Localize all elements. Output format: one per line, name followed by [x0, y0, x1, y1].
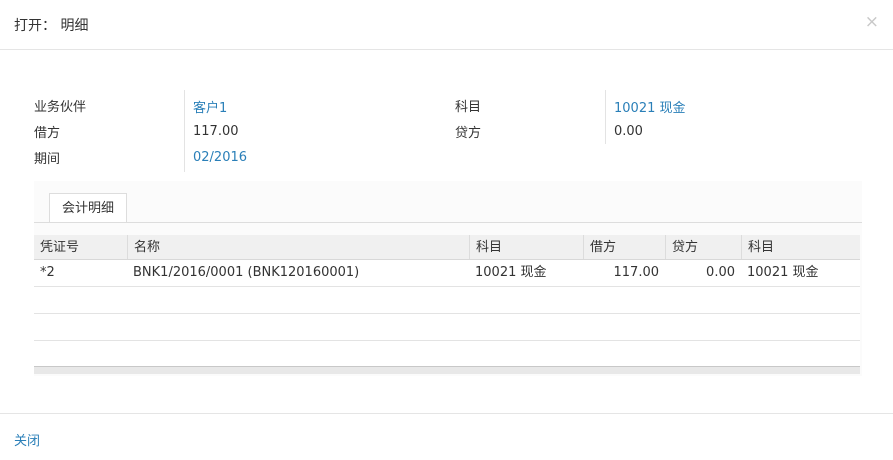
table-row-empty — [34, 314, 860, 341]
debit-label: 借方 — [34, 126, 61, 141]
table-row[interactable]: *2 BNK1/2016/0001 (BNK120160001) 10021 现… — [34, 260, 860, 287]
tab-panel: 会计明细 凭证号 名称 科目 借方 贷方 科目 *2 BNK1/2016/000… — [34, 181, 862, 376]
divider — [605, 90, 606, 144]
tab-accounting-detail[interactable]: 会计明细 — [49, 193, 127, 223]
table-row-empty — [34, 287, 860, 314]
detail-form: 业务伙伴 客户1 借方 117.00 期间 02/2016 科目 10021 现… — [34, 90, 860, 174]
partner-label: 业务伙伴 — [34, 100, 87, 115]
cell-voucher: *2 — [40, 265, 55, 280]
close-icon[interactable]: × — [865, 14, 879, 31]
column-header-credit[interactable]: 贷方 — [665, 235, 741, 259]
column-header-voucher[interactable]: 凭证号 — [34, 235, 127, 259]
credit-label: 贷方 — [455, 126, 482, 141]
cell-debit: 117.00 — [613, 265, 660, 280]
table-row-empty — [34, 341, 860, 368]
column-header-name[interactable]: 名称 — [127, 235, 469, 259]
credit-value: 0.00 — [614, 124, 643, 139]
account-label: 科目 — [455, 100, 482, 115]
divider — [184, 90, 185, 172]
column-header-account-2[interactable]: 科目 — [741, 235, 860, 259]
cell-name: BNK1/2016/0001 (BNK120160001) — [133, 265, 360, 280]
close-button[interactable]: 关闭 — [14, 430, 40, 449]
partner-link[interactable]: 客户1 — [193, 97, 227, 116]
cell-credit: 0.00 — [706, 265, 735, 280]
horizontal-scrollbar[interactable] — [34, 366, 860, 374]
cell-account: 10021 现金 — [475, 265, 547, 280]
cell-account-2: 10021 现金 — [747, 265, 819, 280]
column-header-debit[interactable]: 借方 — [583, 235, 665, 259]
period-label: 期间 — [34, 152, 61, 167]
period-link[interactable]: 02/2016 — [193, 150, 247, 165]
dialog-header: 打开： 明细 × — [0, 0, 893, 50]
tab-underline — [34, 222, 862, 223]
account-link[interactable]: 10021 现金 — [614, 97, 686, 116]
debit-value: 117.00 — [193, 124, 239, 139]
dialog-footer: 关闭 — [0, 413, 893, 460]
dialog-title: 打开： 明细 — [14, 18, 89, 34]
grid-header-row: 凭证号 名称 科目 借方 贷方 科目 — [34, 235, 860, 260]
column-header-account[interactable]: 科目 — [469, 235, 583, 259]
detail-grid: 凭证号 名称 科目 借方 贷方 科目 *2 BNK1/2016/0001 (BN… — [34, 235, 860, 368]
